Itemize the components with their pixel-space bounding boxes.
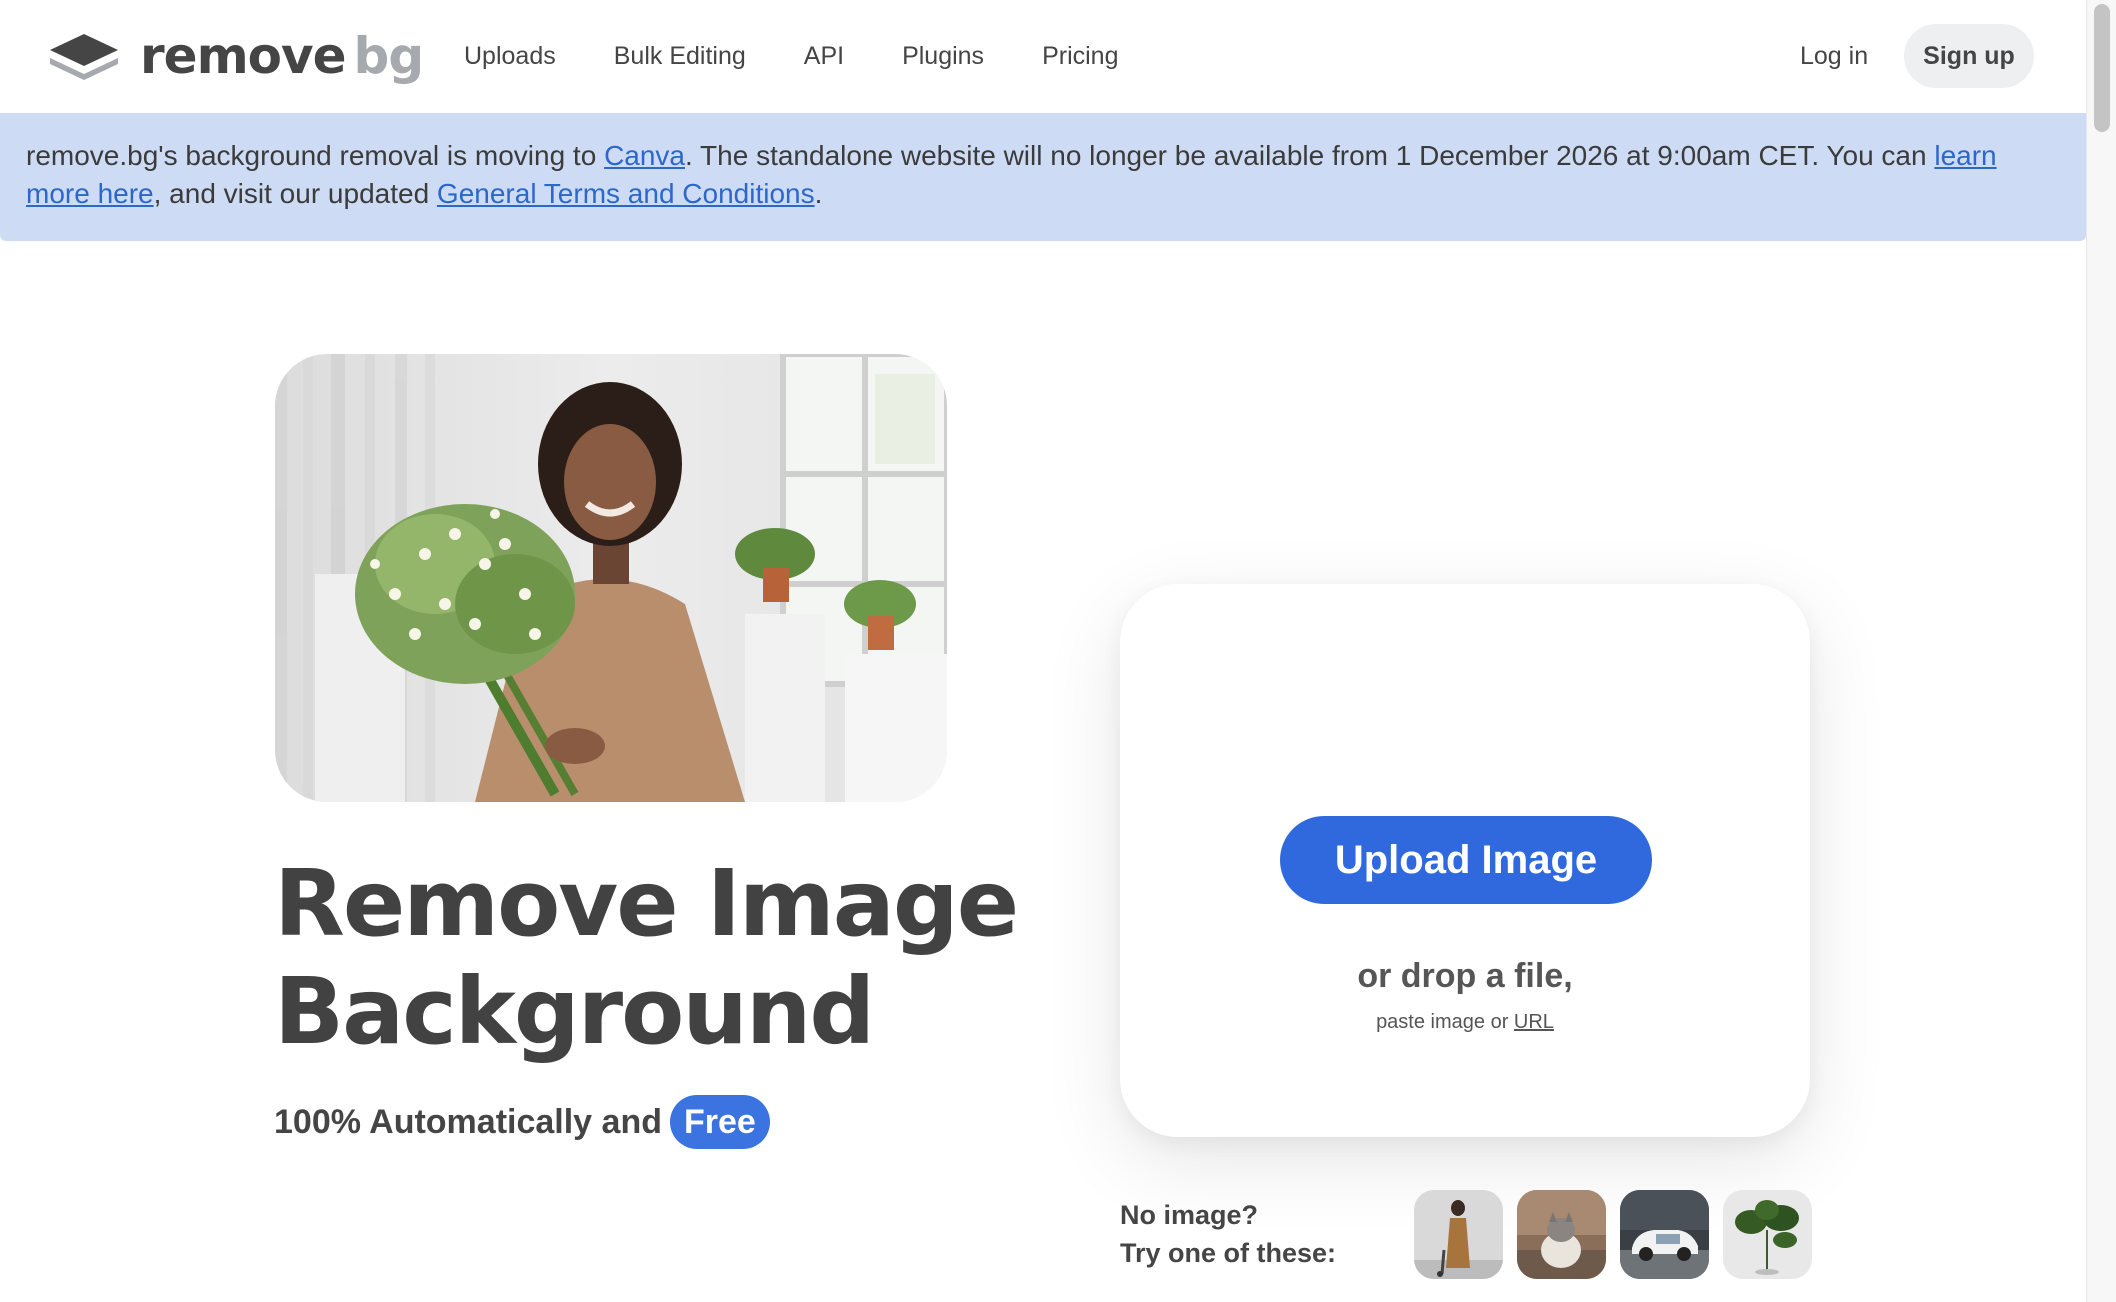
banner-text-2: . The standalone website will no longer … — [685, 140, 1935, 171]
signup-button[interactable]: Sign up — [1904, 24, 2034, 88]
free-badge: Free — [669, 1095, 770, 1149]
sample-images-label: No image? Try one of these: — [1120, 1196, 1336, 1272]
hero-title: Remove Image Background — [274, 850, 1019, 1066]
paste-hint: paste image or URL — [1120, 1008, 1810, 1036]
hero-photo — [275, 354, 947, 802]
plant-thumbnail — [1723, 1190, 1812, 1279]
sample-image-car[interactable] — [1620, 1190, 1709, 1279]
logo-wordmark: remove bg — [140, 27, 424, 85]
nav-pricing[interactable]: Pricing — [1042, 36, 1118, 76]
page-scrollbar[interactable] — [2086, 0, 2116, 1302]
car-thumbnail — [1620, 1190, 1709, 1279]
nav-api[interactable]: API — [804, 36, 844, 76]
no-image-text: No image? — [1120, 1200, 1259, 1230]
hero-title-line1: Remove Image — [274, 850, 1019, 957]
woman-thumbnail — [1414, 1190, 1503, 1279]
removebg-logo[interactable]: remove bg — [48, 26, 424, 86]
paste-text: paste image or — [1376, 1011, 1514, 1033]
terms-link[interactable]: General Terms and Conditions — [437, 178, 815, 209]
main-nav: Uploads Bulk Editing API Plugins Pricing — [464, 36, 1118, 76]
upload-dropzone[interactable]: Upload Image or drop a file, paste image… — [1120, 584, 1810, 1137]
hero-subtitle: 100% Automatically and Free — [274, 1094, 770, 1150]
notice-banner: remove.bg's background removal is moving… — [0, 113, 2086, 241]
nav-plugins[interactable]: Plugins — [902, 36, 984, 76]
canva-link[interactable]: Canva — [604, 140, 685, 171]
cat-thumbnail — [1517, 1190, 1606, 1279]
sample-thumbnails — [1414, 1190, 1812, 1279]
nav-bulk-editing[interactable]: Bulk Editing — [614, 36, 746, 76]
hero-title-line2: Background — [274, 958, 875, 1065]
woman-with-flowers-illustration — [275, 354, 947, 802]
upload-image-button[interactable]: Upload Image — [1280, 816, 1652, 904]
top-navbar: remove bg Uploads Bulk Editing API Plugin… — [0, 0, 2086, 112]
sample-image-woman[interactable] — [1414, 1190, 1503, 1279]
nav-uploads[interactable]: Uploads — [464, 36, 556, 76]
sample-image-cat[interactable] — [1517, 1190, 1606, 1279]
layers-logo-icon — [50, 34, 118, 80]
sample-image-plant[interactable] — [1723, 1190, 1812, 1279]
banner-text-3: , and visit our updated — [153, 178, 437, 209]
scrollbar-thumb[interactable] — [2094, 4, 2110, 132]
drop-file-text: or drop a file, — [1357, 957, 1573, 995]
banner-text-1: remove.bg's background removal is moving… — [26, 140, 605, 171]
try-these-text: Try one of these: — [1120, 1238, 1337, 1268]
url-link[interactable]: URL — [1514, 1011, 1554, 1033]
subtitle-text: 100% Automatically and — [274, 1103, 662, 1141]
login-link[interactable]: Log in — [1800, 36, 1868, 76]
banner-text-4: . — [814, 178, 823, 209]
